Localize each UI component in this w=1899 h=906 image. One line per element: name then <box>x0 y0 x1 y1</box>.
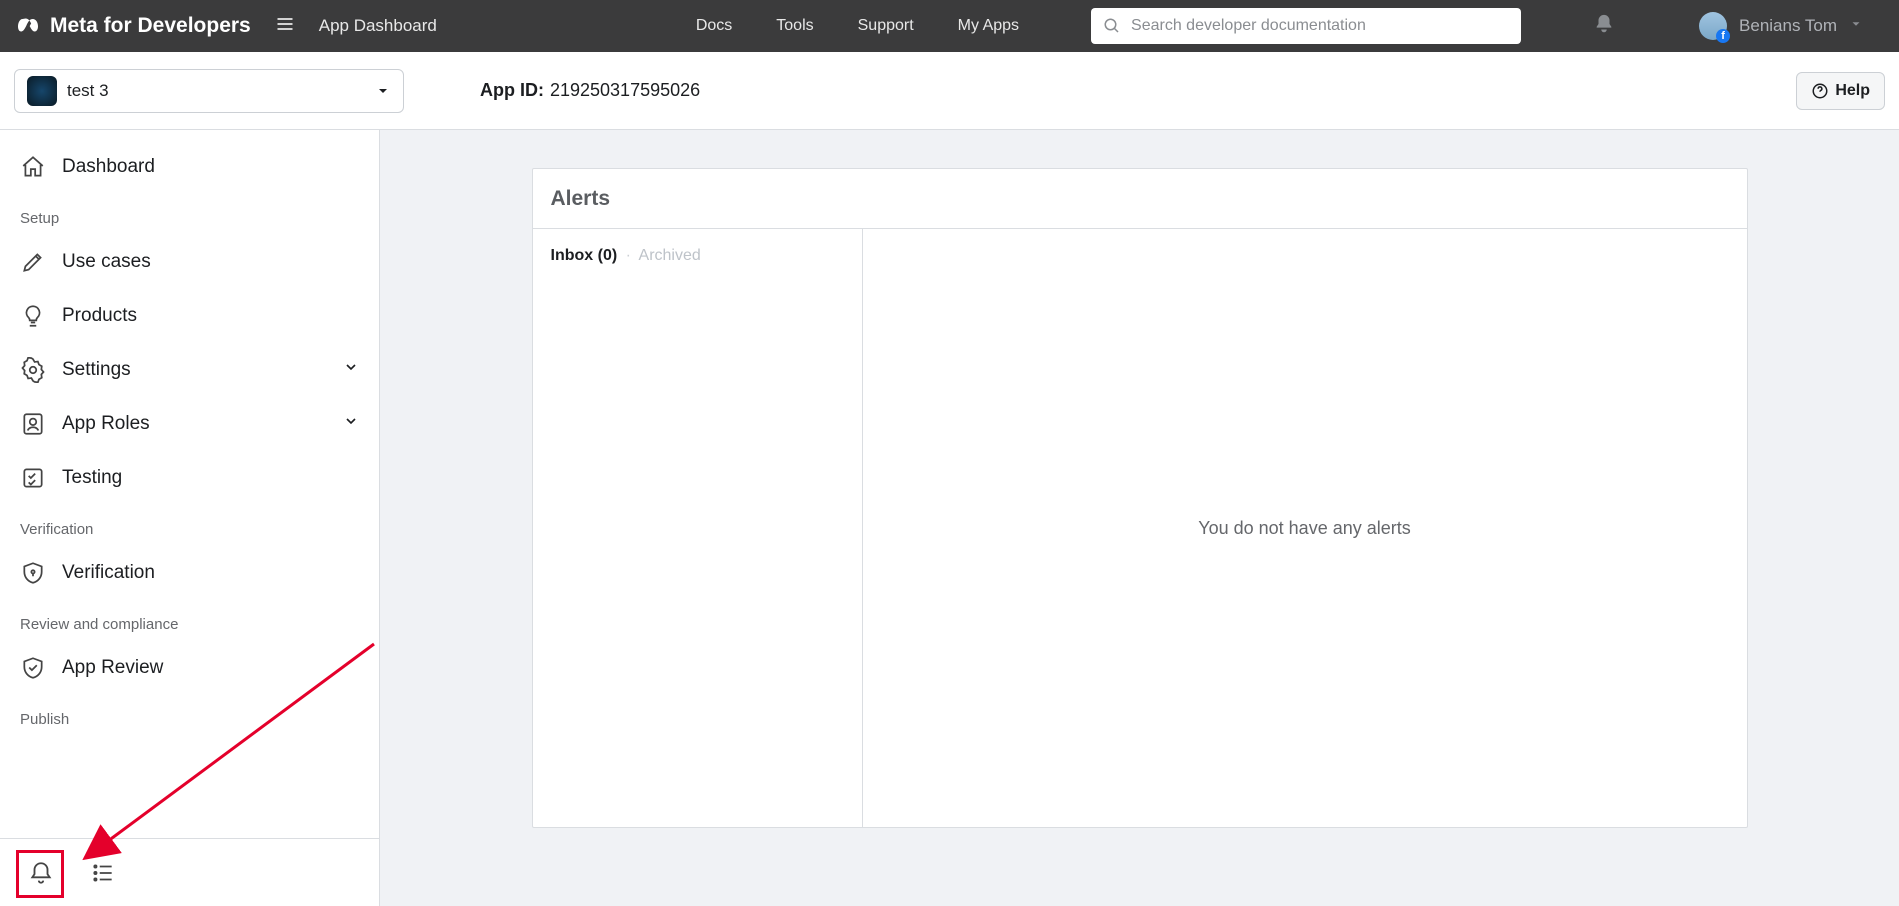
caret-down-icon <box>1849 17 1863 36</box>
sidebar-item-label: Dashboard <box>62 156 155 178</box>
tab-inbox[interactable]: Inbox (0) <box>551 247 618 264</box>
meta-icon <box>16 14 40 38</box>
help-icon <box>1811 82 1829 100</box>
sidebar-item-dashboard[interactable]: Dashboard <box>0 140 379 194</box>
app-selector[interactable]: test 3 <box>14 69 404 113</box>
appbar: test 3 App ID: 219250317595026 Help <box>0 52 1899 130</box>
empty-state-text: You do not have any alerts <box>1198 518 1411 539</box>
search-icon <box>1103 17 1121 35</box>
hamburger-icon[interactable] <box>275 14 295 39</box>
brand-text: Meta for Developers <box>50 14 251 38</box>
pencil-icon <box>20 249 46 275</box>
sidebar-item-products[interactable]: Products <box>0 289 379 343</box>
help-button[interactable]: Help <box>1796 72 1885 110</box>
topnav: Docs Tools Support My Apps f Benians Tom <box>696 8 1883 44</box>
shield-icon <box>20 560 46 586</box>
main-split: Dashboard Setup Use cases Products Setti… <box>0 130 1899 906</box>
sidebar-item-label: App Roles <box>62 413 150 435</box>
meta-logo[interactable]: Meta for Developers <box>16 14 251 38</box>
app-icon <box>27 76 57 106</box>
sidebar-item-approles[interactable]: App Roles <box>0 397 379 451</box>
nav-docs[interactable]: Docs <box>696 17 732 35</box>
section-review: Review and compliance <box>0 600 379 641</box>
sidebar-footer <box>0 838 379 906</box>
sidebar-item-label: Testing <box>62 467 122 489</box>
bell-icon <box>28 860 54 886</box>
home-icon <box>20 154 46 180</box>
section-publish: Publish <box>0 695 379 736</box>
search-box[interactable] <box>1091 8 1521 44</box>
sidebar-item-label: Verification <box>62 562 155 584</box>
shield-check-icon <box>20 655 46 681</box>
sidebar-item-label: Products <box>62 305 137 327</box>
nav-myapps[interactable]: My Apps <box>958 17 1019 35</box>
side-menu: Dashboard Setup Use cases Products Setti… <box>0 130 379 838</box>
chevron-down-icon <box>343 359 359 381</box>
sidebar-item-usecases[interactable]: Use cases <box>0 235 379 289</box>
tab-archived[interactable]: Archived <box>639 247 701 264</box>
alerts-inbox-column: Inbox (0) · Archived <box>533 229 863 827</box>
alerts-panel: Alerts Inbox (0) · Archived You do not h… <box>532 168 1748 828</box>
alerts-detail: You do not have any alerts <box>863 229 1747 827</box>
user-menu[interactable]: f Benians Tom <box>1699 12 1863 40</box>
sidebar-item-settings[interactable]: Settings <box>0 343 379 397</box>
user-name: Benians Tom <box>1739 16 1837 36</box>
alerts-bell-button[interactable] <box>22 854 60 892</box>
sidebar-item-verification[interactable]: Verification <box>0 546 379 600</box>
chevron-down-icon <box>343 413 359 435</box>
gear-icon <box>20 357 46 383</box>
notifications-button[interactable] <box>1593 13 1615 40</box>
section-verification: Verification <box>0 505 379 546</box>
sidebar-item-appreview[interactable]: App Review <box>0 641 379 695</box>
activity-log-button[interactable] <box>84 854 122 892</box>
sidebar-item-label: Settings <box>62 359 131 381</box>
panel-title: Alerts <box>533 169 1747 229</box>
list-icon <box>90 860 116 886</box>
content-area: Alerts Inbox (0) · Archived You do not h… <box>380 130 1899 906</box>
nav-tools[interactable]: Tools <box>776 17 813 35</box>
sidebar-item-testing[interactable]: Testing <box>0 451 379 505</box>
sidebar-item-label: Use cases <box>62 251 151 273</box>
caret-down-icon <box>375 83 391 99</box>
alerts-tabs: Inbox (0) · Archived <box>533 229 862 283</box>
badge-icon <box>20 411 46 437</box>
search-input[interactable] <box>1131 17 1509 35</box>
app-name: test 3 <box>67 81 365 101</box>
section-setup: Setup <box>0 194 379 235</box>
nav-support[interactable]: Support <box>858 17 914 35</box>
checklist-icon <box>20 465 46 491</box>
panel-body: Inbox (0) · Archived You do not have any… <box>533 229 1747 827</box>
topbar: Meta for Developers App Dashboard Docs T… <box>0 0 1899 52</box>
avatar: f <box>1699 12 1727 40</box>
bulb-icon <box>20 303 46 329</box>
app-id-label: App ID: <box>480 80 544 101</box>
breadcrumb: App Dashboard <box>319 16 437 36</box>
app-id-value: 219250317595026 <box>550 80 700 101</box>
app-id: App ID: 219250317595026 <box>480 80 700 101</box>
tab-separator: · <box>626 247 631 264</box>
help-label: Help <box>1835 82 1870 100</box>
sidebar: Dashboard Setup Use cases Products Setti… <box>0 130 380 906</box>
sidebar-item-label: App Review <box>62 657 163 679</box>
